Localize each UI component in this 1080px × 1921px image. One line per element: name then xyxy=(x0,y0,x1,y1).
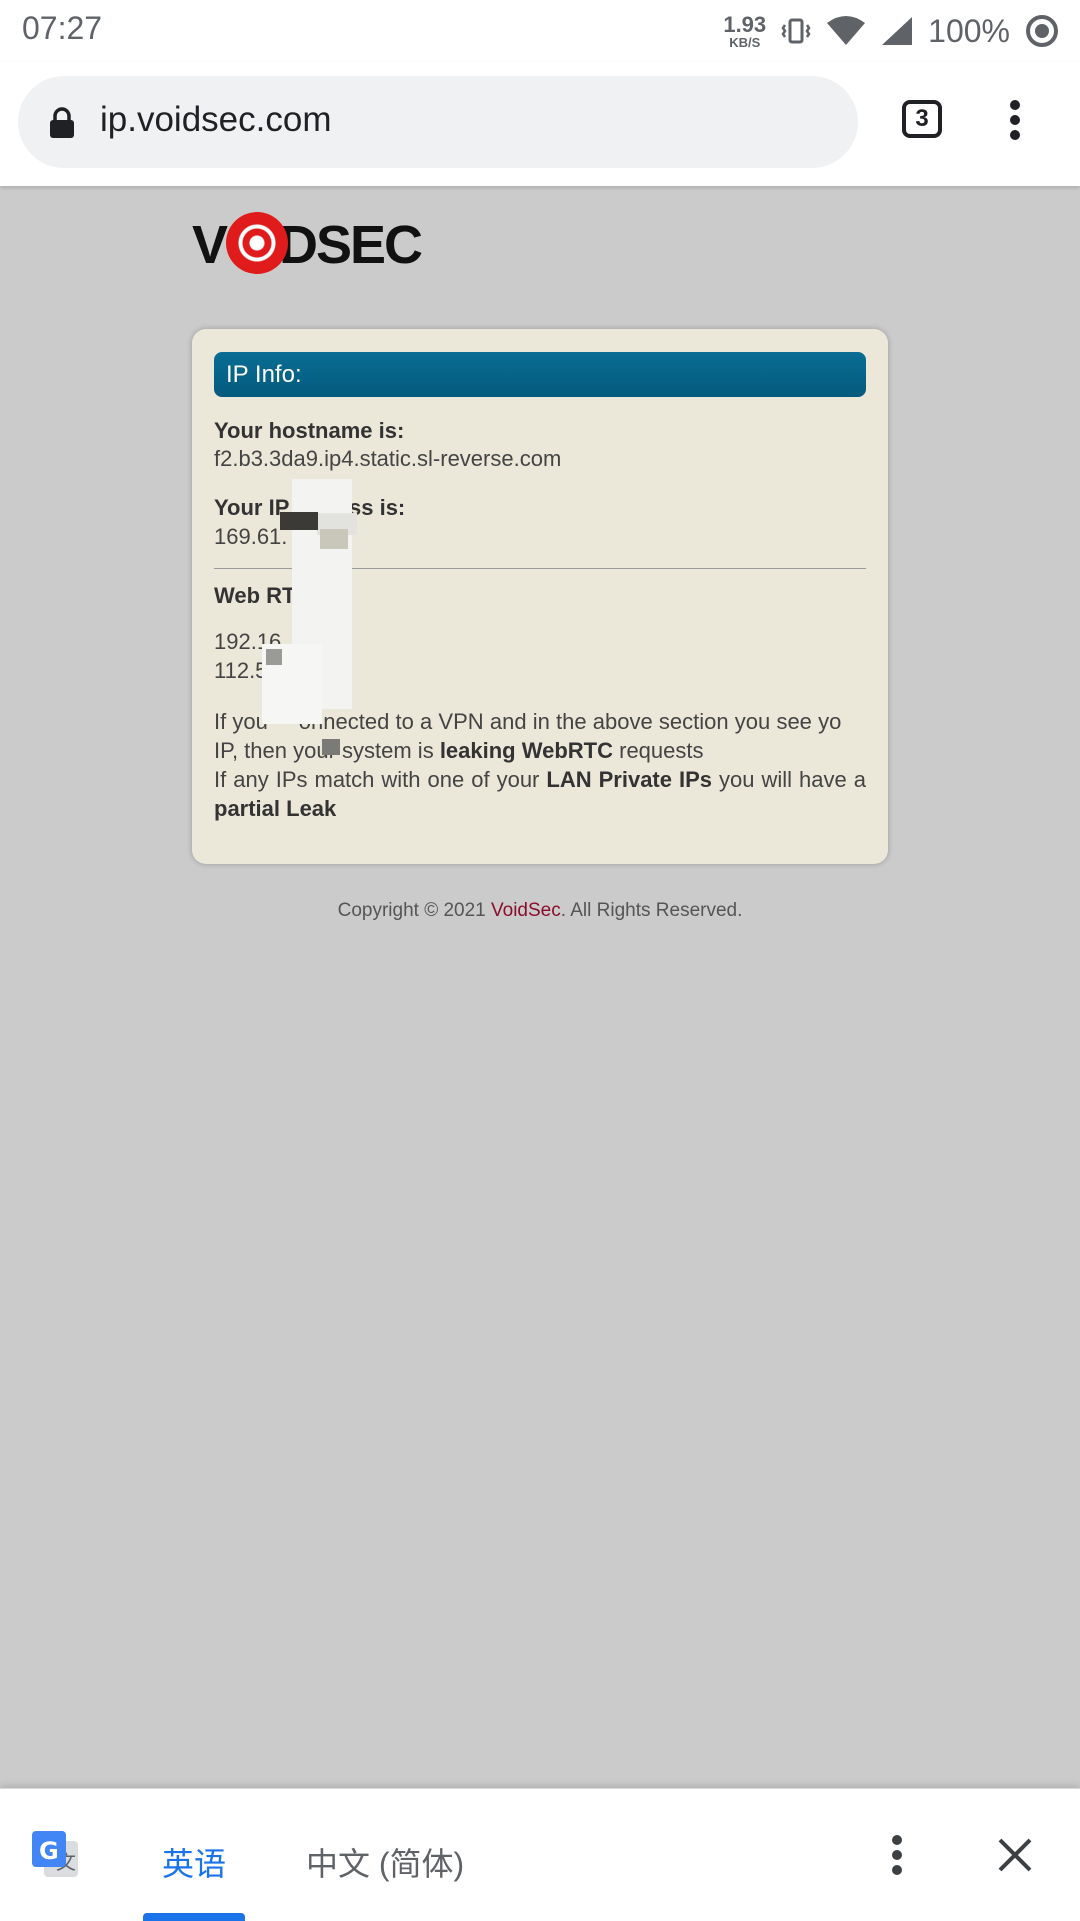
tab-switcher-button[interactable]: 3 xyxy=(902,100,942,138)
url-text[interactable]: ip.voidsec.com xyxy=(100,100,331,140)
tab-target-language[interactable]: 中文 (简体) xyxy=(306,1839,464,1885)
voidsec-logo[interactable]: VOIDSEC xyxy=(192,208,462,278)
card-header: IP Info: xyxy=(214,352,866,397)
ip-info-card: IP Info: Your hostname is: f2.b3.3da9.ip… xyxy=(192,329,888,864)
wifi-icon xyxy=(827,16,866,45)
hostname-label: Your hostname is: xyxy=(214,418,405,443)
ip-label-right: ss is: xyxy=(349,495,406,520)
vibrate-icon xyxy=(781,18,811,44)
logo-swirl-icon xyxy=(226,212,288,274)
hostname-value: f2.b3.3da9.ip4.static.sl-reverse.com xyxy=(214,446,562,471)
address-bar[interactable]: ip.voidsec.com xyxy=(18,76,858,168)
google-translate-icon[interactable]: 文 G xyxy=(30,1829,80,1879)
redaction-mask xyxy=(320,529,348,549)
svg-text:G: G xyxy=(39,1837,59,1865)
network-speed-value: 1.93 xyxy=(723,11,767,37)
translate-bar: 文 G 英语 中文 (简体) xyxy=(0,1788,1080,1921)
redaction-mask xyxy=(322,739,340,755)
voidsec-link[interactable]: VoidSec xyxy=(491,900,561,921)
redaction-mask xyxy=(266,649,282,665)
status-bar: 07:27 1.93 KB/S 100% xyxy=(0,0,1080,62)
network-speed: 1.93 KB/S xyxy=(723,11,767,50)
ip-label-left: Your IP xyxy=(214,495,290,520)
ip-value: 169.61. xyxy=(214,524,288,549)
data-saver-icon xyxy=(1026,15,1058,47)
status-time: 07:27 xyxy=(22,10,103,46)
battery-level: 100% xyxy=(928,12,1010,49)
close-icon[interactable] xyxy=(995,1835,1035,1875)
redaction-mask xyxy=(280,512,318,530)
browser-toolbar: ip.voidsec.com 3 xyxy=(0,62,1080,186)
tab-source-language[interactable]: 英语 xyxy=(162,1839,226,1885)
network-speed-unit: KB/S xyxy=(729,34,761,50)
translate-menu-button[interactable] xyxy=(882,1833,912,1877)
copyright: Copyright © 2021 VoidSec. All Rights Res… xyxy=(337,900,743,921)
status-icons: 1.93 KB/S 100% xyxy=(723,8,1060,54)
leak-explanation: If you onnected to a VPN and in the abov… xyxy=(214,709,866,821)
lock-icon[interactable] xyxy=(48,106,76,140)
cell-signal-icon xyxy=(882,17,913,45)
browser-menu-button[interactable] xyxy=(1000,98,1030,142)
